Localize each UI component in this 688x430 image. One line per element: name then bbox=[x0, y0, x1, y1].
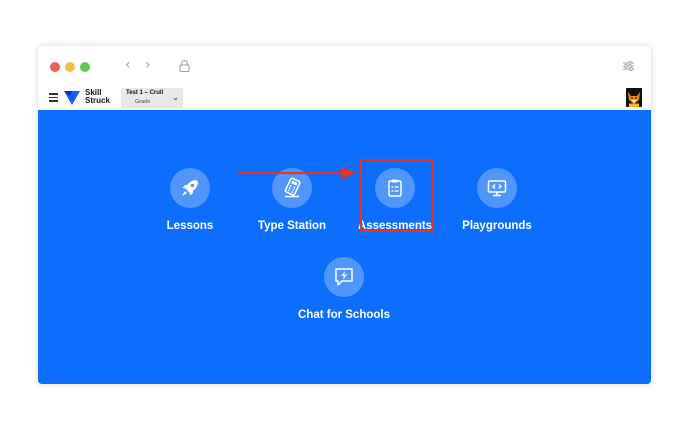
calculator-icon bbox=[284, 177, 301, 198]
app-header: Skill Struck Test 1 – Crull Grade ⌄ bbox=[38, 86, 651, 110]
tile-chat-for-schools[interactable]: Chat for Schools bbox=[289, 257, 399, 321]
chat-icon-circle bbox=[324, 257, 364, 297]
tile-playgrounds[interactable]: Playgrounds bbox=[442, 168, 552, 232]
annotation-arrow bbox=[238, 167, 356, 179]
main-content: Lessons Type Station Assessments Playgro… bbox=[38, 110, 651, 384]
tile-label: Playgrounds bbox=[462, 220, 532, 232]
menu-icon[interactable] bbox=[49, 93, 58, 102]
sliders-icon[interactable] bbox=[623, 61, 634, 71]
close-window-button[interactable] bbox=[50, 62, 60, 72]
lessons-icon-circle bbox=[170, 168, 210, 208]
chat-lightning-icon bbox=[335, 268, 353, 286]
browser-window: ‹ › Skill Struck Test 1 – Crull Grade ⌄ bbox=[38, 46, 651, 384]
monitor-code-icon bbox=[487, 180, 507, 197]
tile-lessons[interactable]: Lessons bbox=[135, 168, 245, 232]
fox-avatar-icon bbox=[626, 88, 642, 107]
rocket-icon bbox=[182, 180, 198, 196]
class-selector[interactable]: Test 1 – Crull Grade ⌄ bbox=[121, 88, 183, 108]
tile-label: Chat for Schools bbox=[297, 309, 390, 321]
title-bar: ‹ › bbox=[38, 46, 651, 86]
brand-name: Skill Struck bbox=[85, 89, 110, 105]
tile-label: Type Station bbox=[257, 220, 327, 232]
skillstruck-logo[interactable] bbox=[63, 89, 81, 106]
minimize-window-button[interactable] bbox=[65, 62, 75, 72]
tile-label: Lessons bbox=[166, 220, 214, 232]
annotation-highlight-box bbox=[360, 159, 434, 232]
chevron-left-icon[interactable]: ‹ bbox=[125, 57, 131, 73]
playgrounds-icon-circle bbox=[477, 168, 517, 208]
lock-icon bbox=[179, 60, 190, 72]
avatar[interactable] bbox=[626, 88, 642, 107]
chevron-down-icon: ⌄ bbox=[172, 93, 179, 102]
class-name: Test 1 – Crull bbox=[126, 90, 164, 96]
maximize-window-button[interactable] bbox=[80, 62, 90, 72]
brand-line-2: Struck bbox=[85, 96, 110, 105]
class-grade: Grade bbox=[135, 99, 151, 105]
chevron-right-icon[interactable]: › bbox=[145, 57, 151, 73]
